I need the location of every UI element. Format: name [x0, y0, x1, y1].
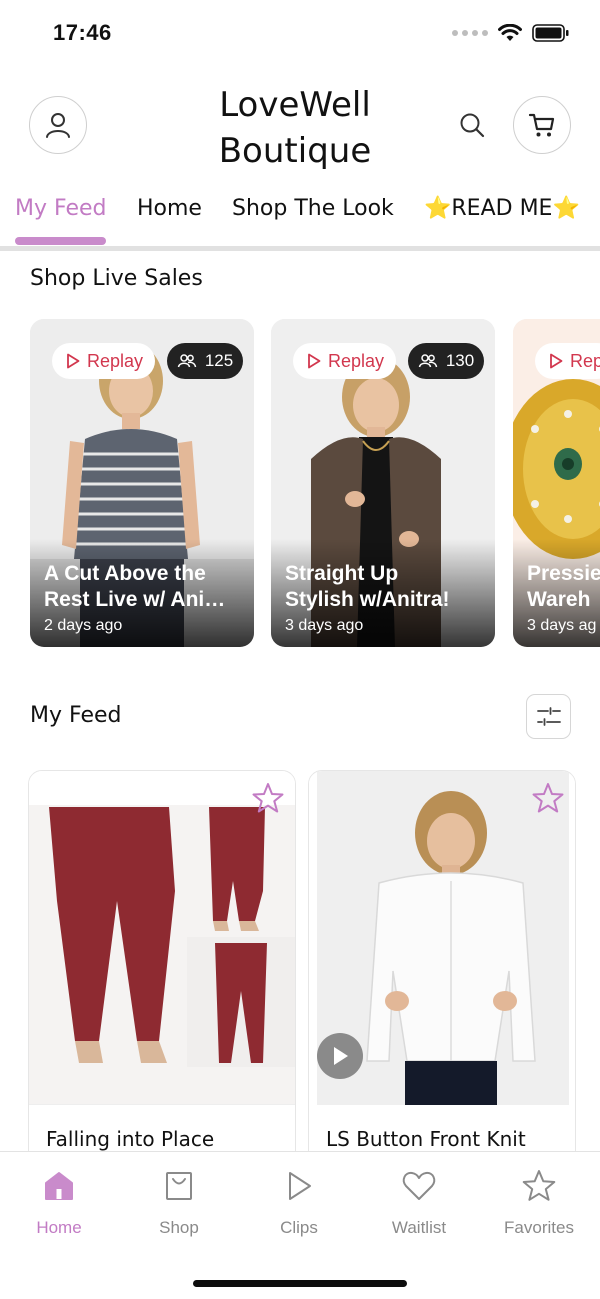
feed-heading: My Feed — [30, 703, 122, 728]
star-icon — [522, 1170, 556, 1201]
video-play-button[interactable] — [317, 1033, 363, 1079]
home-indicator — [193, 1280, 407, 1287]
filter-button[interactable] — [526, 694, 571, 739]
viewer-count-badge: 130 — [408, 343, 484, 379]
sliders-icon — [536, 706, 561, 726]
bottom-navigation: Home Shop Clips Waitlist Favorites — [0, 1151, 600, 1299]
feed-item-image — [309, 771, 575, 1105]
cart-icon — [528, 113, 555, 137]
profile-icon — [46, 113, 70, 138]
brand-line-1: LoveWell — [219, 85, 371, 125]
brand-title: LoveWell Boutique — [200, 82, 390, 174]
profile-button[interactable] — [29, 96, 87, 154]
shopping-bag-icon — [166, 1172, 192, 1200]
product-photo — [29, 771, 295, 1105]
top-tabs: My Feed Home Shop The Look ⭐READ ME⭐ — [0, 190, 600, 248]
active-tab-indicator — [15, 237, 106, 245]
replay-badge[interactable]: Replay — [293, 343, 397, 379]
status-icons — [452, 24, 570, 42]
nav-label: Shop — [159, 1218, 199, 1237]
nav-home[interactable]: Home — [4, 1168, 114, 1238]
live-sale-date: 3 days ag — [527, 617, 597, 634]
viewers-icon — [177, 354, 197, 368]
replay-label: Replay — [87, 350, 144, 371]
tab-divider — [0, 246, 600, 251]
feed-item-title: LS Button Front Knit — [326, 1127, 526, 1151]
tab-my-feed[interactable]: My Feed — [15, 196, 106, 221]
nav-clips[interactable]: Clips — [244, 1168, 354, 1238]
search-button[interactable] — [454, 107, 490, 143]
nav-label: Home — [36, 1218, 82, 1237]
cart-button[interactable] — [513, 96, 571, 154]
app-header: LoveWell Boutique — [0, 70, 600, 180]
status-bar: 17:46 — [0, 0, 600, 66]
feed-item-title: Falling into Place — [46, 1127, 215, 1151]
nav-shop[interactable]: Shop — [124, 1168, 234, 1238]
live-sale-title-line-1: Straight Up — [285, 562, 399, 585]
live-sale-title: Pressie Wareh — [527, 561, 600, 613]
live-sale-title: A Cut Above the Rest Live w/ Ani… — [44, 561, 244, 613]
live-sale-date: 3 days ago — [285, 617, 364, 634]
tab-home[interactable]: Home — [137, 196, 202, 221]
play-outline-icon — [67, 353, 80, 369]
signal-icon — [452, 30, 488, 36]
replay-badge[interactable]: Rep — [535, 343, 600, 379]
nav-label: Waitlist — [391, 1218, 447, 1237]
feed-item-card[interactable]: Falling into Place — [28, 770, 296, 1170]
tab-read-me[interactable]: ⭐READ ME⭐ — [424, 196, 580, 221]
nav-waitlist[interactable]: Waitlist — [364, 1168, 474, 1238]
heart-icon — [402, 1171, 436, 1200]
search-icon — [460, 113, 485, 138]
play-outline-icon — [550, 353, 563, 369]
live-sale-card[interactable]: Replay 130 Straight Up Stylish w/Anitra!… — [271, 319, 495, 647]
viewer-count: 125 — [204, 351, 234, 370]
live-sale-title-line-2: Stylish w/Anitra! — [285, 588, 450, 611]
live-sale-title-line-2: Wareh — [527, 588, 591, 611]
live-sale-card[interactable]: Rep Pressie Wareh 3 days ag — [513, 319, 600, 647]
feed-item-card[interactable]: LS Button Front Knit — [308, 770, 576, 1170]
viewers-icon — [418, 354, 438, 368]
nav-favorites[interactable]: Favorites — [484, 1168, 594, 1238]
status-time: 17:46 — [53, 20, 112, 45]
favorite-star-icon[interactable] — [531, 781, 565, 815]
replay-label: Rep — [570, 350, 600, 371]
play-icon — [334, 1047, 348, 1065]
nav-label: Favorites — [504, 1218, 574, 1237]
live-sale-date: 2 days ago — [44, 617, 123, 634]
feed-item-image — [29, 771, 295, 1105]
replay-badge[interactable]: Replay — [52, 343, 156, 379]
viewer-count: 130 — [445, 351, 475, 370]
live-sales-carousel[interactable]: Replay 125 A Cut Above the Rest Live w/ … — [30, 319, 600, 649]
battery-icon — [532, 24, 569, 42]
live-sales-heading: Shop Live Sales — [30, 266, 203, 291]
viewer-count-badge: 125 — [167, 343, 243, 379]
brand-line-2: Boutique — [218, 131, 372, 171]
live-sale-title: Straight Up Stylish w/Anitra! — [285, 561, 485, 613]
live-sale-title-line-1: A Cut Above the — [44, 562, 206, 585]
play-icon — [289, 1172, 311, 1200]
wifi-icon — [498, 24, 522, 41]
home-icon — [45, 1172, 73, 1200]
replay-label: Replay — [328, 350, 385, 371]
tab-shop-the-look[interactable]: Shop The Look — [232, 196, 394, 221]
nav-label: Clips — [280, 1218, 318, 1237]
play-outline-icon — [308, 353, 321, 369]
live-sale-card[interactable]: Replay 125 A Cut Above the Rest Live w/ … — [30, 319, 254, 647]
live-sale-title-line-2: Rest Live w/ Ani… — [44, 588, 226, 611]
favorite-star-icon[interactable] — [251, 781, 285, 815]
live-sale-title-line-1: Pressie — [527, 562, 600, 585]
